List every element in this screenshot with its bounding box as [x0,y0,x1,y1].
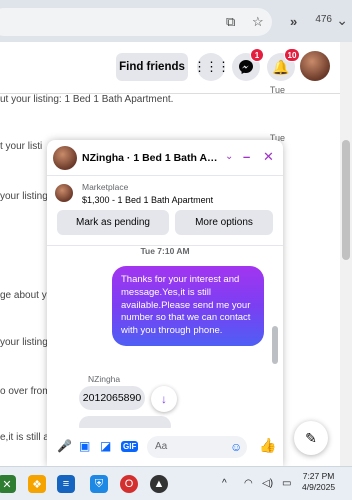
app-icon[interactable]: ▲ [150,475,168,493]
excel-icon[interactable]: ✕ [0,475,16,493]
apps-icon: ⋮⋮⋮ [193,59,230,74]
paint-icon[interactable]: ❖ [28,475,46,493]
battery-icon[interactable]: ▭ [282,478,291,489]
marketplace-label: Marketplace [82,182,129,192]
list-item[interactable]: e,it is still a [0,432,49,443]
clock-time: 7:27 PM [302,471,335,481]
profile-avatar[interactable] [300,51,330,81]
close-icon[interactable]: ✕ [263,149,274,165]
new-message-button[interactable]: ✎ [294,421,328,455]
messenger-badge: 1 [250,48,264,62]
message-composer: 🎤 ▣ ◪ GIF Aa ☺ 👍 [47,428,283,466]
arrow-down-icon: ↓ [161,392,167,406]
gif-icon[interactable]: GIF [121,441,139,452]
message-thread[interactable]: Tue 7:10 AM Thanks for your interest and… [47,246,283,436]
find-friends-button[interactable]: Find friends [116,53,188,81]
more-tabs-icon[interactable]: » [290,14,297,29]
mark-as-pending-button[interactable]: Mark as pending [57,210,169,235]
scroll-to-bottom-button[interactable]: ↓ [151,386,177,412]
install-icon[interactable]: ⧉ [226,14,235,30]
notepad-icon[interactable]: ≡ [57,475,75,493]
browser-toolbar: ⧉ ☆ » 476 ⌄ [0,0,352,42]
notifications-badge: 10 [284,48,300,62]
sender-name: NZingha [88,374,121,384]
messenger-icon [239,60,253,74]
clock-date: 4/9/2025 [302,482,336,493]
apps-button[interactable]: ⋮⋮⋮ [193,53,230,81]
mic-icon[interactable]: 🎤 [57,439,72,453]
browser-menu-icon[interactable]: ⌄ [336,12,348,29]
more-options-button[interactable]: More options [175,210,273,235]
edit-icon: ✎ [305,429,317,446]
opera-icon[interactable]: O [120,475,138,493]
marketplace-banner: Marketplace $1,300 - 1 Bed 1 Bath Apartm… [47,176,283,246]
outgoing-message[interactable]: Thanks for your interest and message.Yes… [112,266,264,347]
list-item[interactable]: o over from [0,386,51,397]
chevron-down-icon[interactable]: ⌄ [225,151,233,162]
listing-thumbnail [55,184,73,202]
list-item-time: Tue [269,85,285,95]
list-item[interactable]: ut your listing: 1 Bed 1 Bath Apartment. [0,94,173,105]
windows-taskbar: ✕ ❖ ≡ ⛨ O ▲ ^ ◠ ◁) ▭ 7:27 PM 4/9/2025 [0,466,352,500]
taskbar-clock[interactable]: 7:27 PM 4/9/2025 [302,471,335,494]
like-icon[interactable]: 👍 [259,437,276,454]
list-item[interactable]: t your listi [0,141,42,152]
star-icon[interactable]: ☆ [252,14,264,30]
list-item[interactable]: ge about y [0,290,47,301]
chat-title[interactable]: NZingha · 1 Bed 1 Bath Ap... [82,152,222,164]
thread-scrollbar-thumb[interactable] [272,326,278,364]
image-icon[interactable]: ▣ [79,439,90,453]
chat-window: NZingha · 1 Bed 1 Bath Ap... ⌄ – ✕ Marke… [47,140,283,466]
listing-price[interactable]: $1,300 - 1 Bed 1 Bath Apartment [82,195,213,205]
chat-header: NZingha · 1 Bed 1 Bath Ap... ⌄ – ✕ [47,140,283,176]
minimize-icon[interactable]: – [243,149,250,164]
tab-count[interactable]: 476 [315,14,332,25]
wifi-icon[interactable]: ◠ [244,478,253,489]
incoming-message[interactable]: 2012065890 [79,386,145,410]
sticker-icon[interactable]: ◪ [100,439,111,453]
message-timestamp: Tue 7:10 AM [140,246,190,256]
emoji-icon[interactable]: ☺ [230,440,242,454]
page-scrollbar-thumb[interactable] [342,140,350,260]
list-item[interactable]: your listing [0,337,48,348]
volume-icon[interactable]: ◁) [262,478,273,489]
shield-icon[interactable]: ⛨ [90,475,108,493]
chevron-up-icon[interactable]: ^ [222,478,227,489]
contact-avatar[interactable] [53,146,77,170]
